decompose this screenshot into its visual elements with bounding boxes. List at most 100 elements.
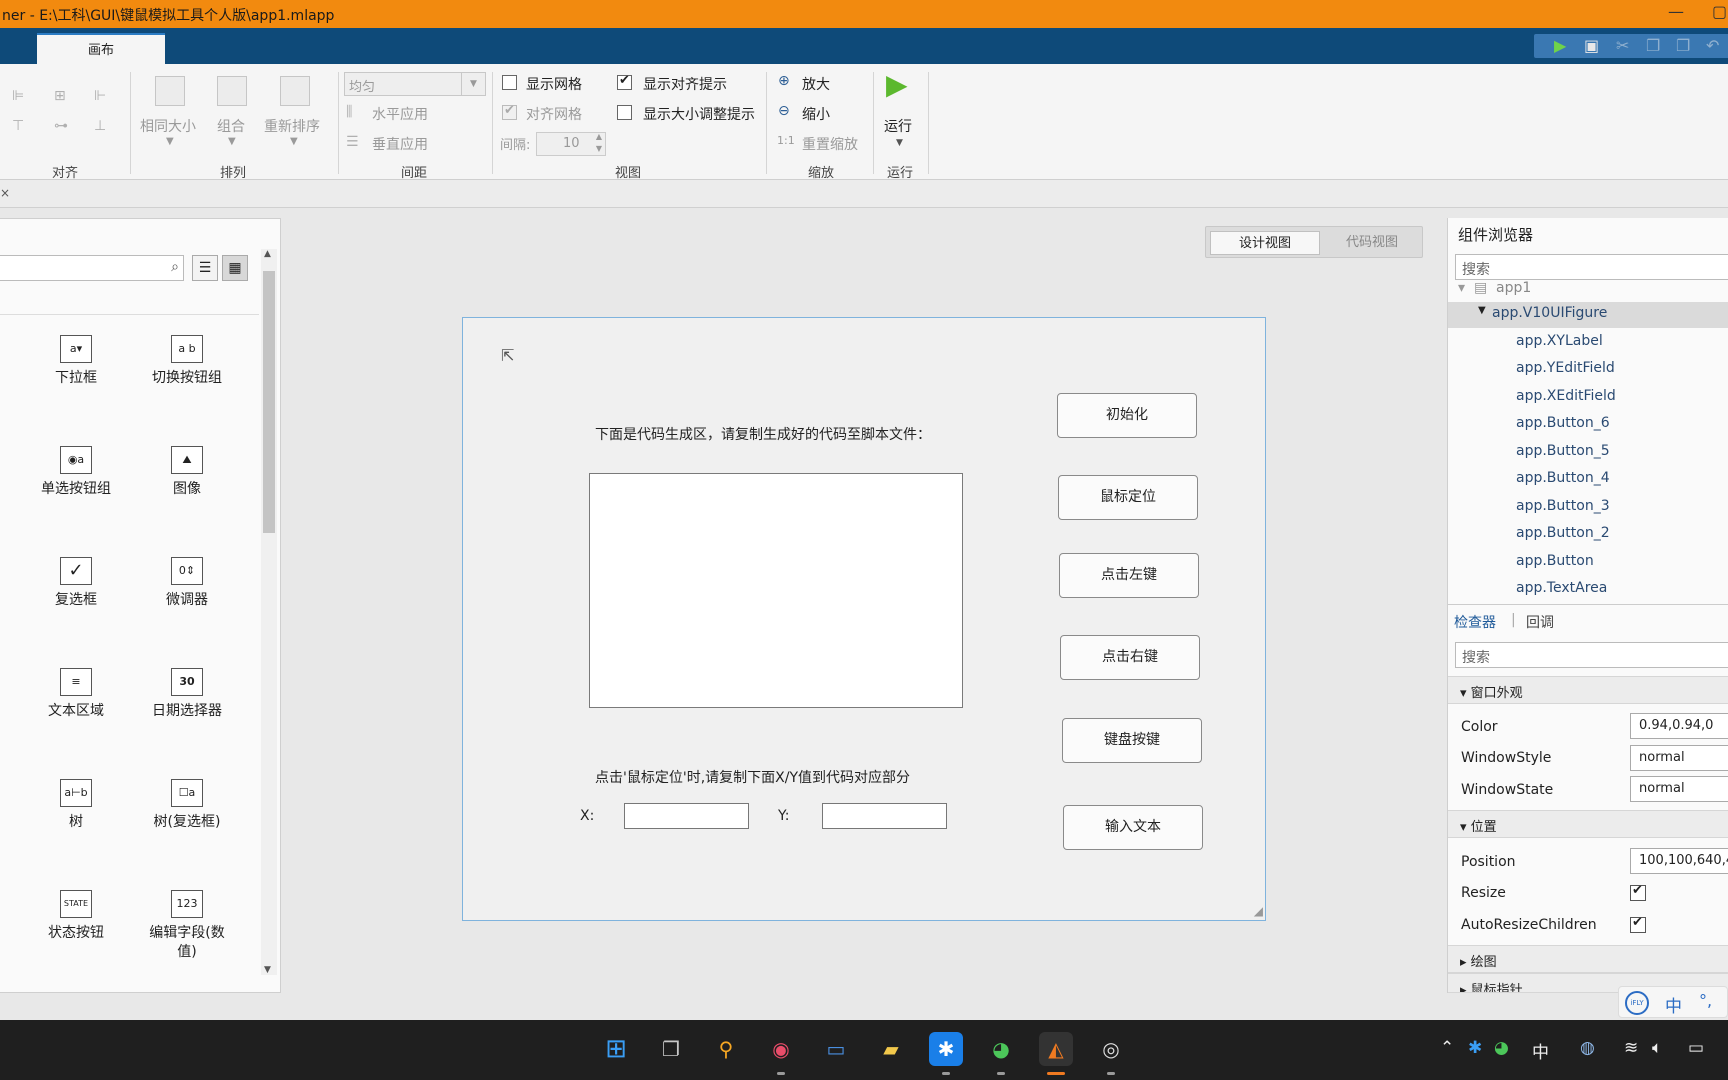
cut-icon[interactable]: ✂ bbox=[1616, 36, 1629, 55]
tray-ifly-icon[interactable]: ◍ bbox=[1580, 1038, 1595, 1058]
run-icon[interactable]: ▶ bbox=[1554, 36, 1566, 55]
paste-icon[interactable]: ❐ bbox=[1676, 36, 1690, 55]
resize-grip-icon[interactable]: ◢ bbox=[1254, 904, 1263, 918]
prop-color-value[interactable]: 0.94,0.94,0 bbox=[1630, 713, 1728, 739]
align-top-icon[interactable]: ⊤ bbox=[12, 118, 30, 134]
mouse-locate-button[interactable]: 鼠标定位 bbox=[1058, 475, 1198, 520]
prop-auto-resize-checkbox[interactable] bbox=[1630, 915, 1646, 933]
prop-window-state-value[interactable]: normal bbox=[1630, 776, 1728, 802]
tree-item[interactable]: app.Button_6 bbox=[1516, 415, 1610, 431]
maximize-icon[interactable]: ▢ bbox=[1712, 2, 1727, 21]
start-icon[interactable]: ⊞ bbox=[599, 1032, 633, 1066]
chevron-down-icon[interactable]: ▼ bbox=[461, 73, 485, 95]
init-button[interactable]: 初始化 bbox=[1057, 393, 1197, 438]
chevron-down-icon[interactable]: ▼ bbox=[166, 136, 174, 147]
library-scrollbar[interactable]: ▲ ▼ bbox=[261, 249, 277, 975]
list-view-button[interactable]: ☰ bbox=[192, 255, 218, 281]
code-text-area[interactable] bbox=[589, 473, 963, 708]
prop-window-style-value[interactable]: normal bbox=[1630, 745, 1728, 771]
spacing-dropdown[interactable]: 均匀 ▼ bbox=[344, 72, 486, 96]
scroll-down-icon[interactable]: ▼ bbox=[264, 965, 271, 975]
tray-app-icon[interactable]: ✱ bbox=[1468, 1038, 1482, 1058]
prop-resize-checkbox[interactable] bbox=[1630, 883, 1646, 901]
x-edit-field[interactable] bbox=[624, 803, 749, 829]
scrollbar-thumb[interactable] bbox=[263, 271, 275, 533]
library-item-image[interactable]: ⛰ 图像 bbox=[132, 446, 242, 499]
tray-language[interactable]: 中 bbox=[1532, 1038, 1549, 1063]
interval-spinner[interactable]: 10 ▲ ▼ bbox=[536, 132, 606, 156]
component-search-input[interactable]: 搜索 bbox=[1455, 254, 1728, 280]
tab-callbacks[interactable]: 回调 bbox=[1526, 612, 1554, 632]
tree-root[interactable]: app1 bbox=[1496, 280, 1531, 296]
browser-icon[interactable]: ◉ bbox=[764, 1032, 798, 1066]
close-icon[interactable]: × bbox=[0, 186, 10, 200]
tree-item[interactable]: app.Button_3 bbox=[1516, 498, 1610, 514]
app-store-icon[interactable]: ✱ bbox=[929, 1032, 963, 1066]
wechat-icon[interactable]: ◕ bbox=[984, 1032, 1018, 1066]
section-window-appearance[interactable]: ▾ 窗口外观 bbox=[1448, 676, 1728, 704]
spin-up-icon[interactable]: ▲ bbox=[596, 132, 602, 141]
save-icon[interactable]: ▣ bbox=[1584, 36, 1599, 55]
align-right-icon[interactable]: ⊩ bbox=[94, 88, 112, 104]
zoom-in-button[interactable]: 放大 bbox=[802, 74, 830, 94]
file-explorer-icon[interactable]: ▰ bbox=[874, 1032, 908, 1066]
undo-icon[interactable]: ↶ bbox=[1706, 36, 1719, 55]
section-position[interactable]: ▾ 位置 bbox=[1448, 810, 1728, 838]
grid-view-button[interactable]: ▦ bbox=[222, 255, 248, 281]
group-button[interactable]: 组合 bbox=[217, 116, 245, 136]
section-plotting[interactable]: ▸ 绘图 bbox=[1448, 945, 1728, 973]
tree-item[interactable]: app.Button_5 bbox=[1516, 443, 1610, 459]
group-icon[interactable] bbox=[217, 76, 247, 106]
tree-item[interactable]: app.XEditField bbox=[1516, 388, 1616, 404]
zoom-in-icon[interactable]: ⊕ bbox=[778, 73, 790, 89]
library-item-numeric-edit-field[interactable]: 123 编辑字段(数值) bbox=[132, 890, 242, 962]
chevron-down-icon[interactable]: ▼ bbox=[290, 136, 298, 147]
library-item-checkbox[interactable]: ✓ 复选框 bbox=[21, 557, 131, 610]
snap-grid-checkbox[interactable] bbox=[502, 103, 517, 120]
run-button[interactable]: 运行 bbox=[884, 116, 912, 136]
design-view-button[interactable]: 设计视图 bbox=[1210, 231, 1320, 255]
align-left-icon[interactable]: ⊫ bbox=[12, 88, 30, 104]
matlab-icon[interactable]: ◭ bbox=[1039, 1032, 1073, 1066]
app-figure[interactable]: ⇱ 下面是代码生成区，请复制生成好的代码至脚本文件： 点击'鼠标定位'时,请复制… bbox=[462, 317, 1266, 921]
inspector-search-input[interactable]: 搜索 bbox=[1455, 642, 1728, 668]
chevron-down-icon[interactable]: ▼ bbox=[896, 138, 903, 148]
align-bottom-icon[interactable]: ⊥ bbox=[94, 118, 112, 134]
apply-horizontal-button[interactable]: 水平应用 bbox=[372, 104, 428, 124]
tree-collapse-icon[interactable]: ▾ bbox=[1458, 280, 1465, 296]
tree-item[interactable]: app.XYLabel bbox=[1516, 333, 1603, 349]
library-search-input[interactable]: ⌕ bbox=[0, 255, 184, 281]
align-center-icon[interactable]: ⊞ bbox=[54, 88, 72, 104]
tree-item[interactable]: app.YEditField bbox=[1516, 360, 1615, 376]
tray-overflow-icon[interactable]: ⌃ bbox=[1440, 1038, 1454, 1058]
prop-position-value[interactable]: 100,100,640,48 bbox=[1630, 848, 1728, 874]
show-grid-checkbox[interactable] bbox=[502, 75, 517, 90]
zoom-out-button[interactable]: 缩小 bbox=[802, 104, 830, 124]
tab-inspector[interactable]: 检查器 bbox=[1454, 612, 1496, 632]
run-icon[interactable]: ▶ bbox=[886, 68, 908, 101]
zoom-out-icon[interactable]: ⊖ bbox=[778, 103, 790, 119]
tree-item[interactable]: app.Button_4 bbox=[1516, 470, 1610, 486]
library-item-radio-button-group[interactable]: ◉a 单选按钮组 bbox=[21, 446, 131, 499]
align-middle-icon[interactable]: ⊶ bbox=[54, 118, 72, 134]
spin-down-icon[interactable]: ▼ bbox=[596, 144, 602, 153]
library-item-spinner[interactable]: 0⇕ 微调器 bbox=[132, 557, 242, 610]
library-item-tree[interactable]: a⊢b 树 bbox=[21, 779, 131, 832]
wifi-icon[interactable]: ≋ bbox=[1624, 1038, 1638, 1058]
left-click-button[interactable]: 点击左键 bbox=[1059, 553, 1199, 598]
library-item-text-area[interactable]: ≡ 文本区域 bbox=[21, 668, 131, 721]
tab-canvas[interactable]: 画布 bbox=[37, 33, 165, 64]
tree-item-figure[interactable]: app.V10UIFigure bbox=[1492, 305, 1607, 321]
y-edit-field[interactable] bbox=[822, 803, 947, 829]
same-size-icon[interactable] bbox=[155, 76, 185, 106]
library-item-checkbox-tree[interactable]: ☐a 树(复选框) bbox=[132, 779, 242, 832]
copy-icon[interactable]: ❐ bbox=[1646, 36, 1660, 55]
battery-icon[interactable]: ▭ bbox=[1688, 1038, 1704, 1058]
library-item-date-picker[interactable]: 30 日期选择器 bbox=[132, 668, 242, 721]
tray-wechat-icon[interactable]: ◕ bbox=[1494, 1038, 1509, 1058]
show-align-hints-checkbox[interactable] bbox=[617, 73, 632, 90]
reset-zoom-button[interactable]: 重置缩放 bbox=[802, 134, 858, 154]
library-item-state-button[interactable]: STATE 状态按钮 bbox=[21, 890, 131, 943]
right-click-button[interactable]: 点击右键 bbox=[1060, 635, 1200, 680]
tree-expand-icon[interactable]: ▼ bbox=[1478, 305, 1486, 316]
